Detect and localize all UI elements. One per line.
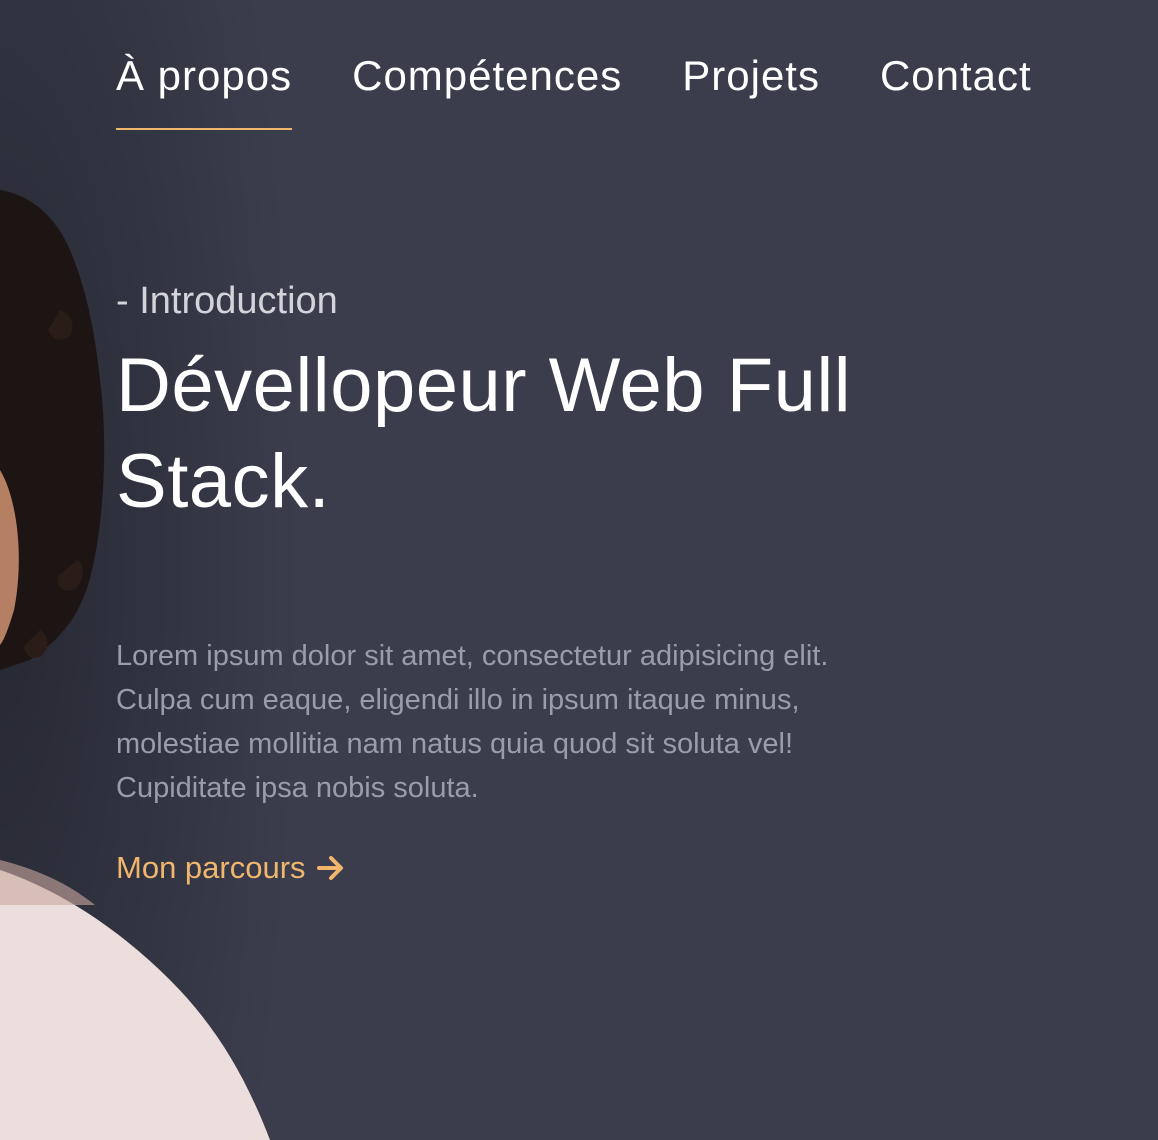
journey-link-label: Mon parcours bbox=[116, 850, 306, 885]
nav-link-contact[interactable]: Contact bbox=[880, 50, 1032, 102]
hero-description: Lorem ipsum dolor sit amet, consectetur … bbox=[116, 634, 936, 810]
hero-title: Dévellopeur Web Full Stack. bbox=[116, 338, 956, 530]
nav-link-skills[interactable]: Compétences bbox=[352, 50, 622, 102]
nav-link-projects[interactable]: Projets bbox=[682, 50, 820, 102]
hero-section: - Introduction Dévellopeur Web Full Stac… bbox=[116, 278, 956, 888]
hero-description-line: molestiae mollitia nam natus quia quod s… bbox=[116, 728, 794, 760]
hero-description-line: Lorem ipsum dolor sit amet, consectetur … bbox=[116, 640, 829, 672]
journey-link[interactable]: Mon parcours bbox=[116, 848, 346, 888]
hero-eyebrow: - Introduction bbox=[116, 280, 338, 322]
hero-description-line: Cupiditate ipsa nobis soluta. bbox=[116, 772, 479, 804]
nav-link-about[interactable]: À propos bbox=[116, 50, 293, 130]
hero-title-line-1: Dévellopeur Web Full bbox=[116, 343, 852, 428]
hero-description-line: Culpa cum eaque, eligendi illo in ipsum … bbox=[116, 684, 800, 716]
arrow-right-icon bbox=[316, 856, 343, 880]
main-navigation: À propos Compétences Projets Contact bbox=[116, 50, 1032, 130]
hero-title-line-2: Stack. bbox=[116, 439, 331, 524]
